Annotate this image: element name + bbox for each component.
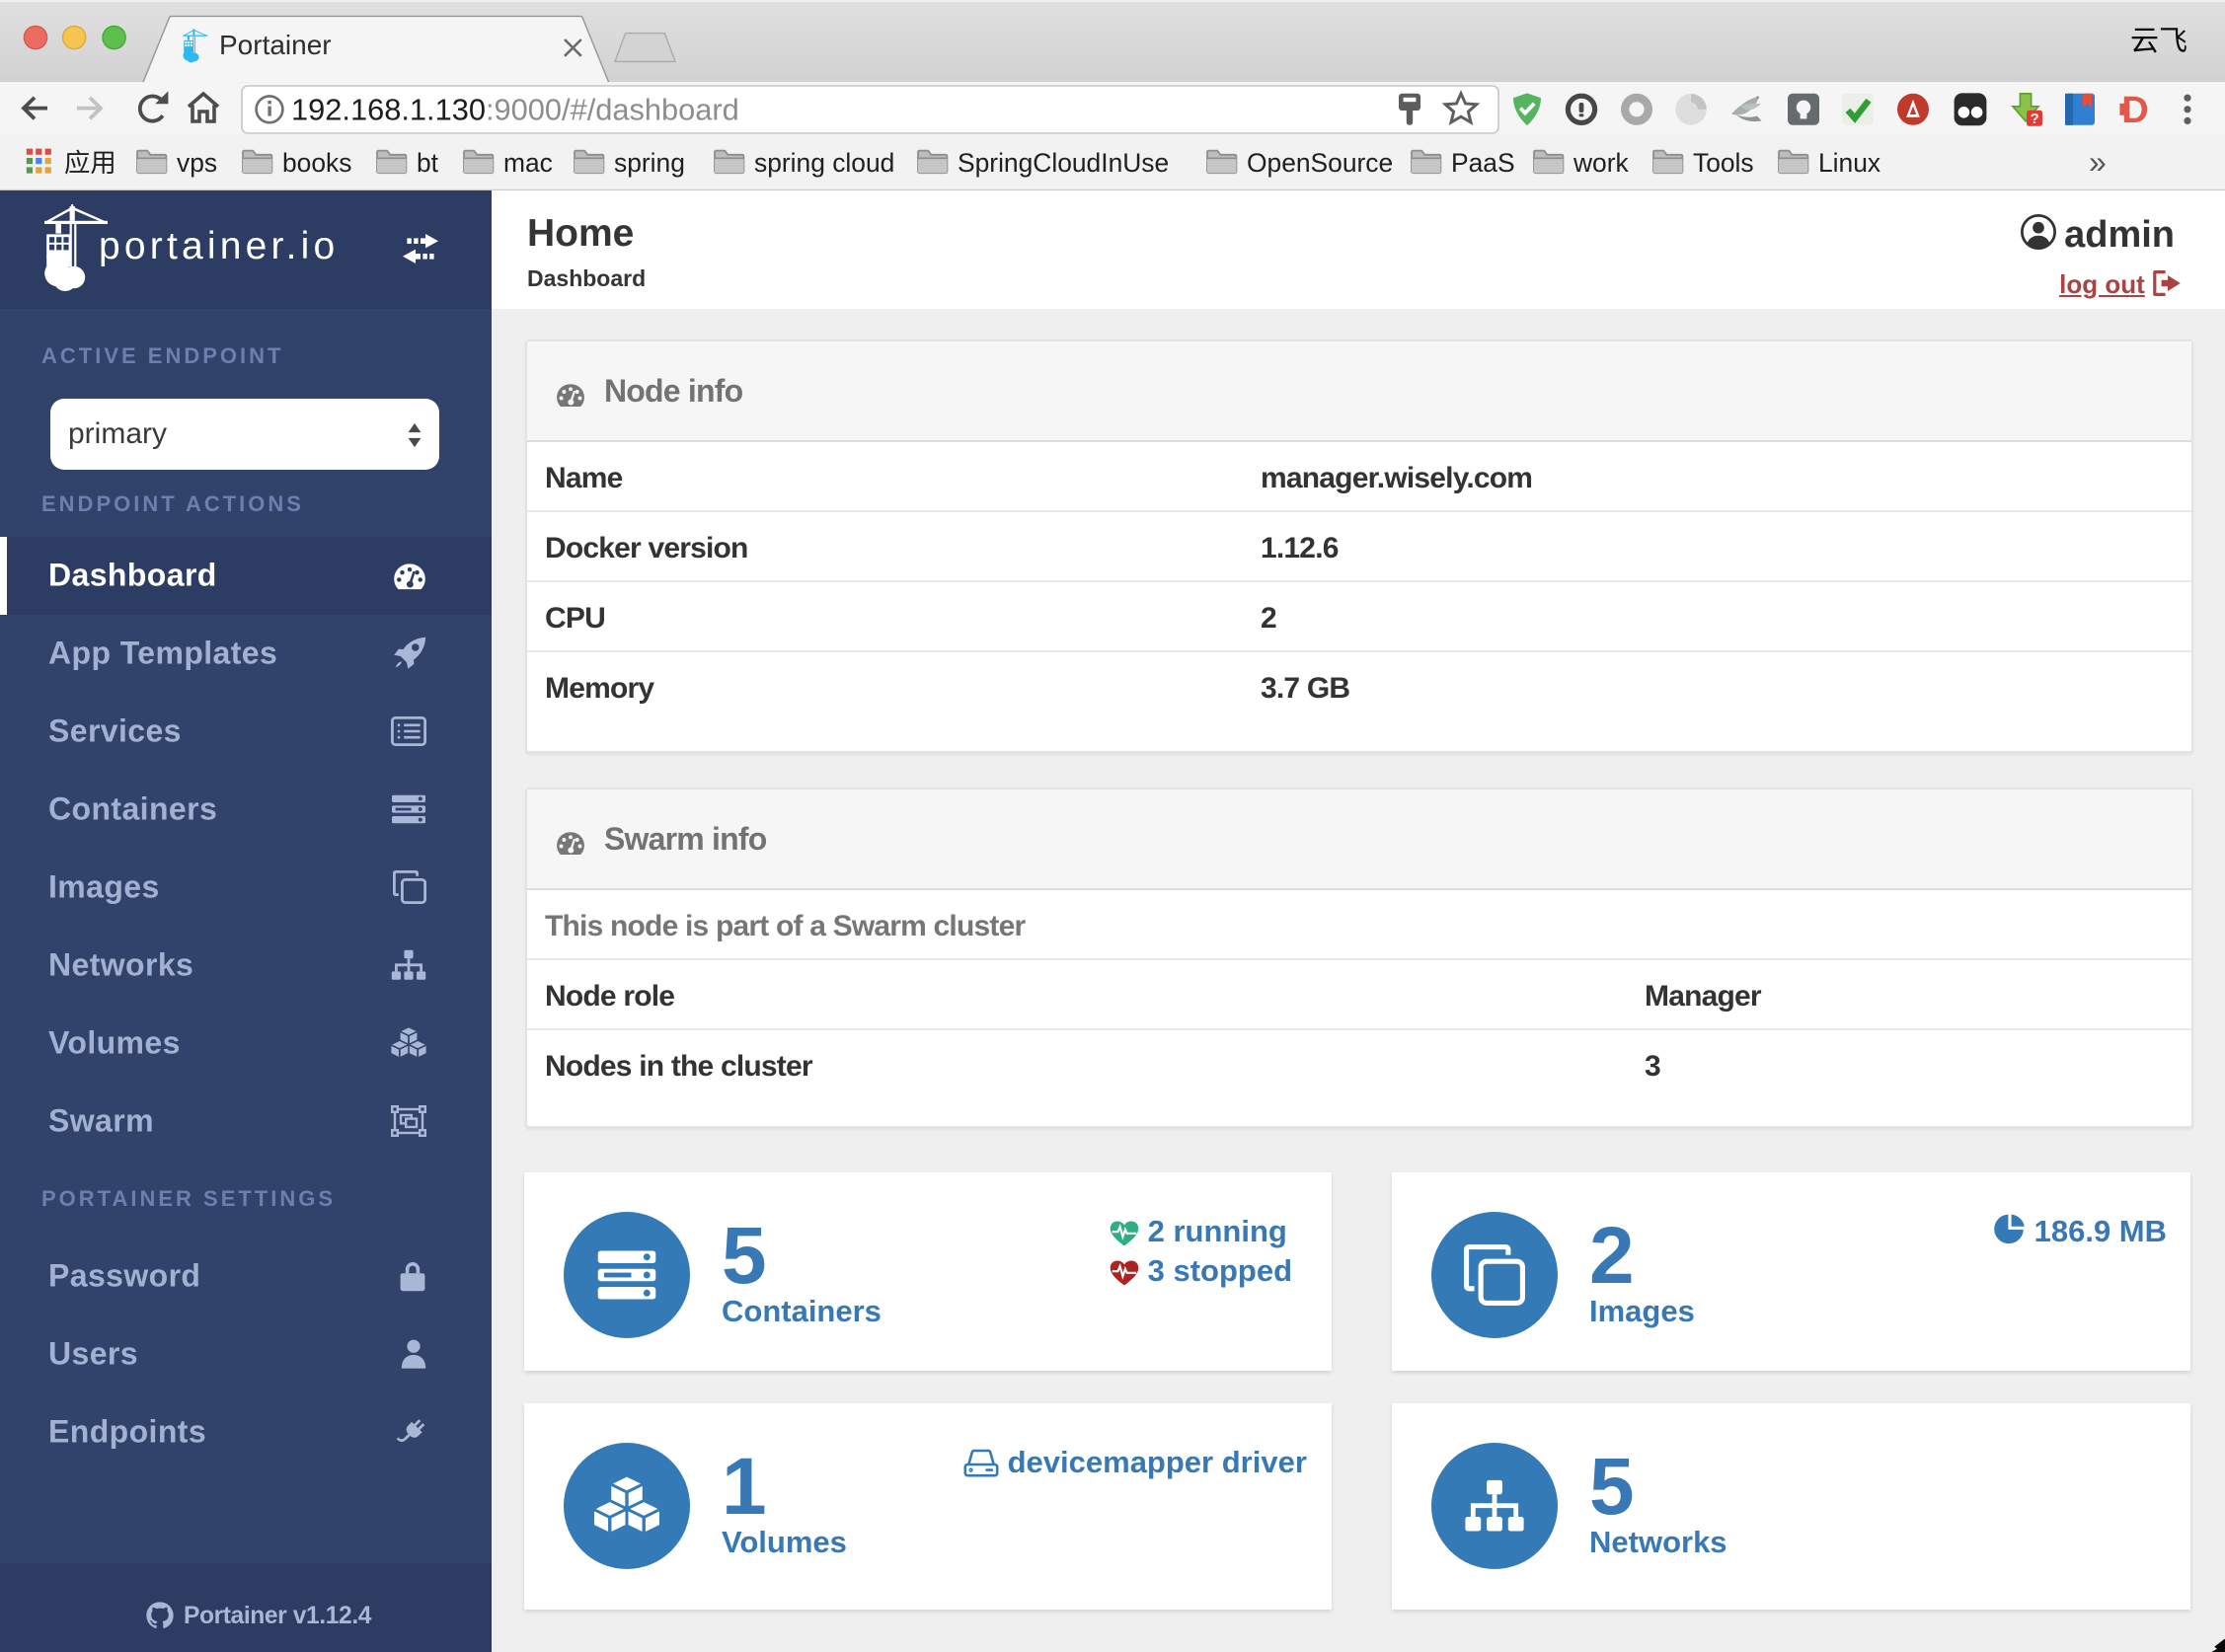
svg-text:Tools: Tools [1693, 148, 1754, 178]
svg-text:work: work [1573, 148, 1630, 178]
svg-text:?: ? [2031, 111, 2039, 127]
svg-text:192.168.1.130:9000/#/dashboard: 192.168.1.130:9000/#/dashboard [291, 92, 739, 126]
svg-text:Linux: Linux [1818, 148, 1880, 178]
svg-text:vps: vps [177, 148, 217, 178]
svg-text:spring: spring [614, 148, 685, 178]
svg-text:bt: bt [417, 148, 439, 178]
svg-text:books: books [282, 148, 351, 178]
svg-text:应用: 应用 [64, 148, 116, 178]
svg-text:Portainer: Portainer [219, 30, 332, 60]
svg-text:云飞: 云飞 [2130, 26, 2187, 57]
svg-text:spring cloud: spring cloud [754, 148, 894, 178]
svg-text:SpringCloudInUse: SpringCloudInUse [958, 148, 1169, 178]
svg-text:PaaS: PaaS [1451, 148, 1515, 178]
svg-text:OpenSource: OpenSource [1247, 148, 1393, 178]
svg-text:»: » [2089, 144, 2107, 180]
svg-text:mac: mac [503, 148, 553, 178]
